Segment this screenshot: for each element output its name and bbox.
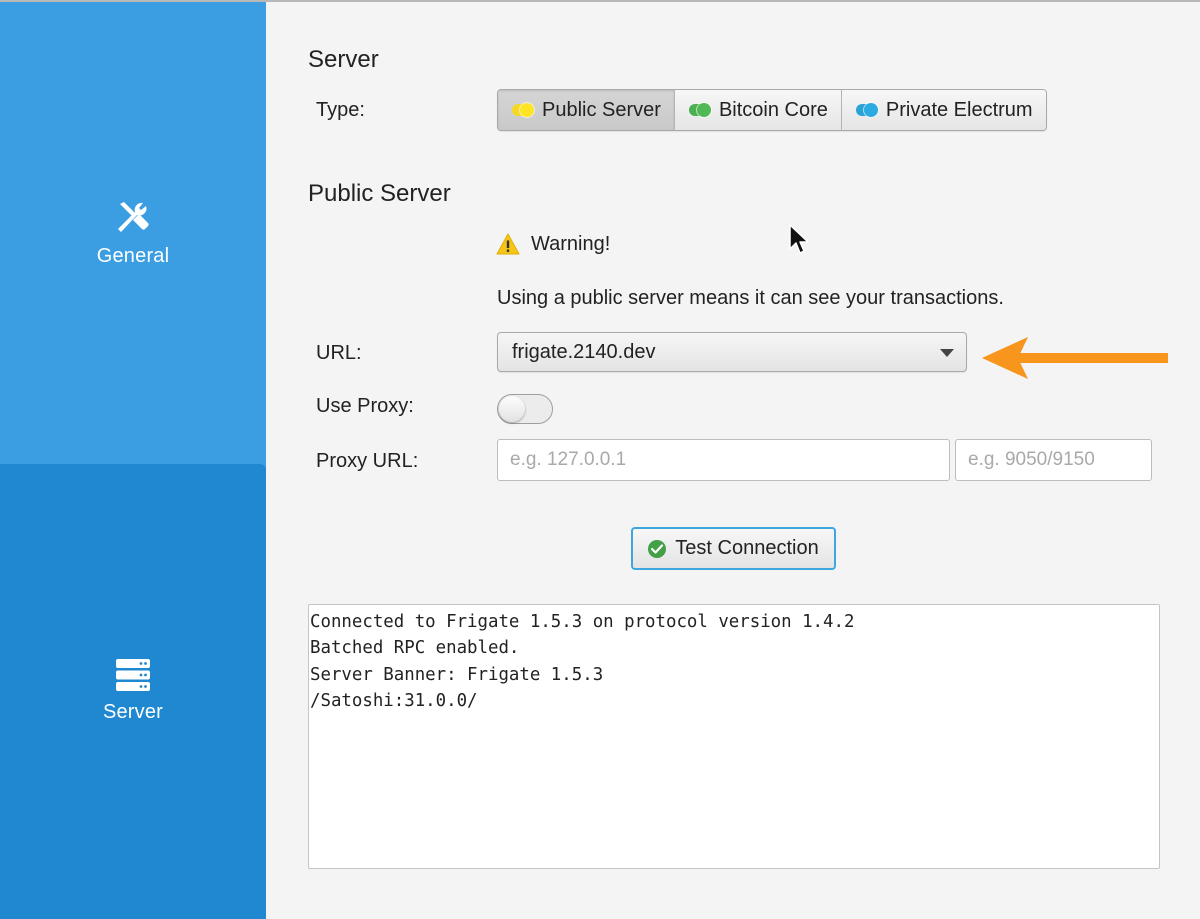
proxy-host-input[interactable] xyxy=(497,439,950,481)
output-line: Connected to Frigate 1.5.3 on protocol v… xyxy=(310,612,855,632)
public-server-section-title: Public Server xyxy=(308,180,451,207)
sidebar-item-general[interactable]: General xyxy=(0,2,266,464)
test-connection-label: Test Connection xyxy=(675,537,819,559)
type-public-server-button[interactable]: Public Server xyxy=(498,90,674,130)
url-combobox[interactable]: frigate.2140.dev xyxy=(497,332,967,372)
use-proxy-label: Use Proxy: xyxy=(316,395,414,417)
output-line: Batched RPC enabled. xyxy=(310,638,520,659)
type-label: Type: xyxy=(316,99,365,121)
type-button-label: Bitcoin Core xyxy=(718,98,828,121)
url-label: URL: xyxy=(316,342,362,364)
proxy-url-label: Proxy URL: xyxy=(316,450,419,472)
mouse-cursor-icon xyxy=(789,224,808,254)
warning-icon xyxy=(496,233,520,255)
toggle-icon xyxy=(855,104,878,116)
toggle-icon xyxy=(688,104,711,116)
use-proxy-toggle[interactable] xyxy=(497,394,553,424)
server-section-title: Server xyxy=(308,46,379,73)
main-panel: Server Type: Public Server Bitcoin Core … xyxy=(266,2,1200,919)
sidebar-item-server[interactable]: Server xyxy=(0,464,266,919)
type-button-label: Public Server xyxy=(542,98,661,121)
warning-text: Using a public server means it can see y… xyxy=(497,287,1004,309)
tools-icon xyxy=(118,201,149,232)
toggle-knob xyxy=(499,396,525,422)
server-type-selector: Public Server Bitcoin Core Private Elect… xyxy=(497,89,1047,131)
test-connection-button[interactable]: Test Connection xyxy=(631,527,836,570)
proxy-port-input[interactable] xyxy=(955,439,1152,481)
type-bitcoin-core-button[interactable]: Bitcoin Core xyxy=(673,90,841,130)
sidebar-item-label: Server xyxy=(102,701,164,723)
url-combobox-value: frigate.2140.dev xyxy=(512,340,656,363)
connection-output-textarea[interactable]: Connected to Frigate 1.5.3 on protocol v… xyxy=(308,604,1160,869)
type-private-electrum-button[interactable]: Private Electrum xyxy=(840,90,1046,130)
server-icon xyxy=(116,659,150,691)
output-line: /Satoshi:31.0.0/ xyxy=(310,690,478,711)
type-button-label: Private Electrum xyxy=(885,98,1033,121)
output-line: Server Banner: Frigate 1.5.3 xyxy=(310,664,604,685)
sidebar-item-label: General xyxy=(96,244,170,267)
sidebar: General Server xyxy=(0,2,266,919)
chevron-down-icon xyxy=(940,349,954,357)
arrow-left-icon xyxy=(982,337,1168,379)
check-circle-icon xyxy=(648,539,667,558)
warning-title: Warning! xyxy=(531,233,611,255)
toggle-icon xyxy=(512,104,534,116)
